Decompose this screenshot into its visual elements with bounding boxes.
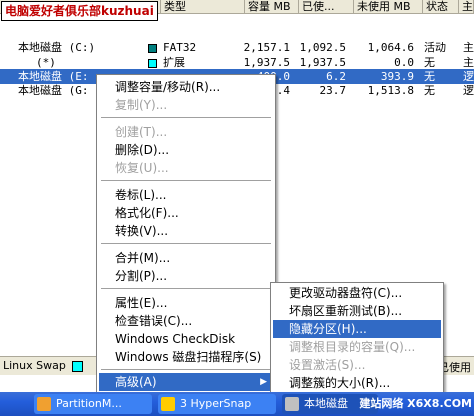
- unused-cell: 0.0: [394, 56, 414, 69]
- hypersnap-icon: [161, 397, 175, 411]
- menu-item-merge[interactable]: 合并(M)...: [99, 249, 273, 267]
- submenu-item-change-drive-letter[interactable]: 更改驱动器盘符(C)...: [273, 284, 441, 302]
- table-row[interactable]: (*) 扩展 1,937.5 1,937.5 0.0 无 主: [0, 55, 474, 70]
- partition-name: 本地磁盘 (C:): [18, 41, 96, 54]
- used-cell: 1,092.5: [299, 41, 346, 54]
- taskbar: PartitionM... 3 HyperSnap 本地磁盘 建站网络 X6X8…: [0, 392, 474, 416]
- table-row[interactable]: 本地磁盘 (C:) FAT32 2,157.1 1,092.5 1,064.6 …: [0, 40, 474, 55]
- menu-separator: [101, 117, 271, 118]
- menu-item-delete[interactable]: 删除(D)...: [99, 141, 273, 159]
- submenu-item-bad-sector-retest[interactable]: 坏扇区重新测试(B)...: [273, 302, 441, 320]
- submenu-item-resize-root[interactable]: 调整根目录的容量(Q)...: [273, 338, 441, 356]
- menu-item-restore[interactable]: 恢复(U)...: [99, 159, 273, 177]
- disk-label: [0, 22, 474, 30]
- primary-cell: 逻: [463, 84, 474, 97]
- legend-linux-swap-label: Linux Swap: [3, 359, 66, 372]
- partitionmagic-icon: [37, 397, 51, 411]
- status-cell: 无: [424, 56, 435, 69]
- taskbar-button-partitionmagic[interactable]: PartitionM...: [34, 394, 152, 414]
- menu-item-check-errors[interactable]: 检查错误(C)...: [99, 312, 273, 330]
- legend-swatch: [72, 361, 83, 372]
- disk-icon: [285, 397, 299, 411]
- capacity-cell: 1,937.5: [243, 56, 290, 69]
- taskbar-button-label: PartitionM...: [56, 397, 122, 410]
- menu-separator: [101, 369, 271, 370]
- primary-cell: 主: [463, 41, 474, 54]
- partition-color-swatch: [148, 58, 157, 68]
- unused-cell: 1,064.6: [367, 41, 414, 54]
- column-header-used[interactable]: 已使...: [299, 0, 354, 13]
- submenu-arrow-icon: ▶: [260, 377, 267, 387]
- menu-item-advanced[interactable]: 高级(A) ▶: [99, 373, 273, 391]
- menu-item-windows-checkdisk[interactable]: Windows CheckDisk: [99, 330, 273, 348]
- status-cell: 无: [424, 70, 435, 83]
- partition-name: 本地磁盘 (E:: [18, 70, 89, 83]
- column-header-unused[interactable]: 未使用 MB: [354, 0, 423, 13]
- partition-name: 本地磁盘 (G:: [18, 84, 89, 97]
- column-header-type[interactable]: 类型: [161, 0, 245, 13]
- menu-item-convert[interactable]: 转换(V)...: [99, 222, 273, 240]
- menu-item-split[interactable]: 分割(P)...: [99, 267, 273, 285]
- submenu-item-resize-cluster[interactable]: 调整簇的大小(R)...: [273, 374, 441, 392]
- taskbar-button-label: 3 HyperSnap: [180, 397, 252, 410]
- submenu-item-set-active[interactable]: 设置激活(S)...: [273, 356, 441, 374]
- advanced-submenu: 更改驱动器盘符(C)... 坏扇区重新测试(B)... 隐藏分区(H)... 调…: [270, 282, 444, 394]
- submenu-item-hide-partition[interactable]: 隐藏分区(H)...: [273, 320, 441, 338]
- primary-cell: 逻: [463, 70, 474, 83]
- used-cell: 6.2: [326, 70, 346, 83]
- partition-color-swatch: [148, 43, 157, 53]
- context-menu: 调整容量/移动(R)... 复制(Y)... 创建(T)... 删除(D)...…: [96, 74, 276, 394]
- menu-separator: [101, 180, 271, 181]
- used-cell: 23.7: [319, 84, 347, 97]
- used-cell: 1,937.5: [299, 56, 346, 69]
- menu-item-windows-scandisk[interactable]: Windows 磁盘扫描程序(S): [99, 348, 273, 366]
- menu-item-properties[interactable]: 属性(E)...: [99, 294, 273, 312]
- partition-type: 扩展: [148, 55, 185, 70]
- site-watermark: 建站网络 X6X8.COM: [359, 397, 472, 410]
- partition-name: (*): [36, 56, 56, 69]
- menu-item-format[interactable]: 格式化(F)...: [99, 204, 273, 222]
- primary-cell: 主: [463, 56, 474, 69]
- partition-type: FAT32: [148, 40, 196, 55]
- column-header-primary[interactable]: 主: [459, 0, 474, 13]
- capacity-cell: 2,157.1: [243, 41, 290, 54]
- taskbar-button-hypersnap[interactable]: 3 HyperSnap: [158, 394, 276, 414]
- status-cell: 无: [424, 84, 435, 97]
- menu-item-advanced-label: 高级(A): [115, 375, 157, 389]
- menu-separator: [101, 243, 271, 244]
- menu-item-label[interactable]: 卷标(L)...: [99, 186, 273, 204]
- status-cell: 活动: [424, 41, 446, 54]
- unused-cell: 1,513.8: [367, 84, 414, 97]
- menu-item-resize-move[interactable]: 调整容量/移动(R)...: [99, 78, 273, 96]
- taskbar-button-label: 本地磁盘: [304, 397, 348, 410]
- menu-item-copy[interactable]: 复制(Y)...: [99, 96, 273, 114]
- menu-separator: [101, 288, 271, 289]
- unused-cell: 393.9: [380, 70, 414, 83]
- column-header-status[interactable]: 状态: [423, 0, 459, 13]
- menu-item-create[interactable]: 创建(T)...: [99, 123, 273, 141]
- watermark-logo: 电脑爱好者俱乐部kuzhuai: [1, 1, 158, 21]
- column-header-capacity[interactable]: 容量 MB: [245, 0, 299, 13]
